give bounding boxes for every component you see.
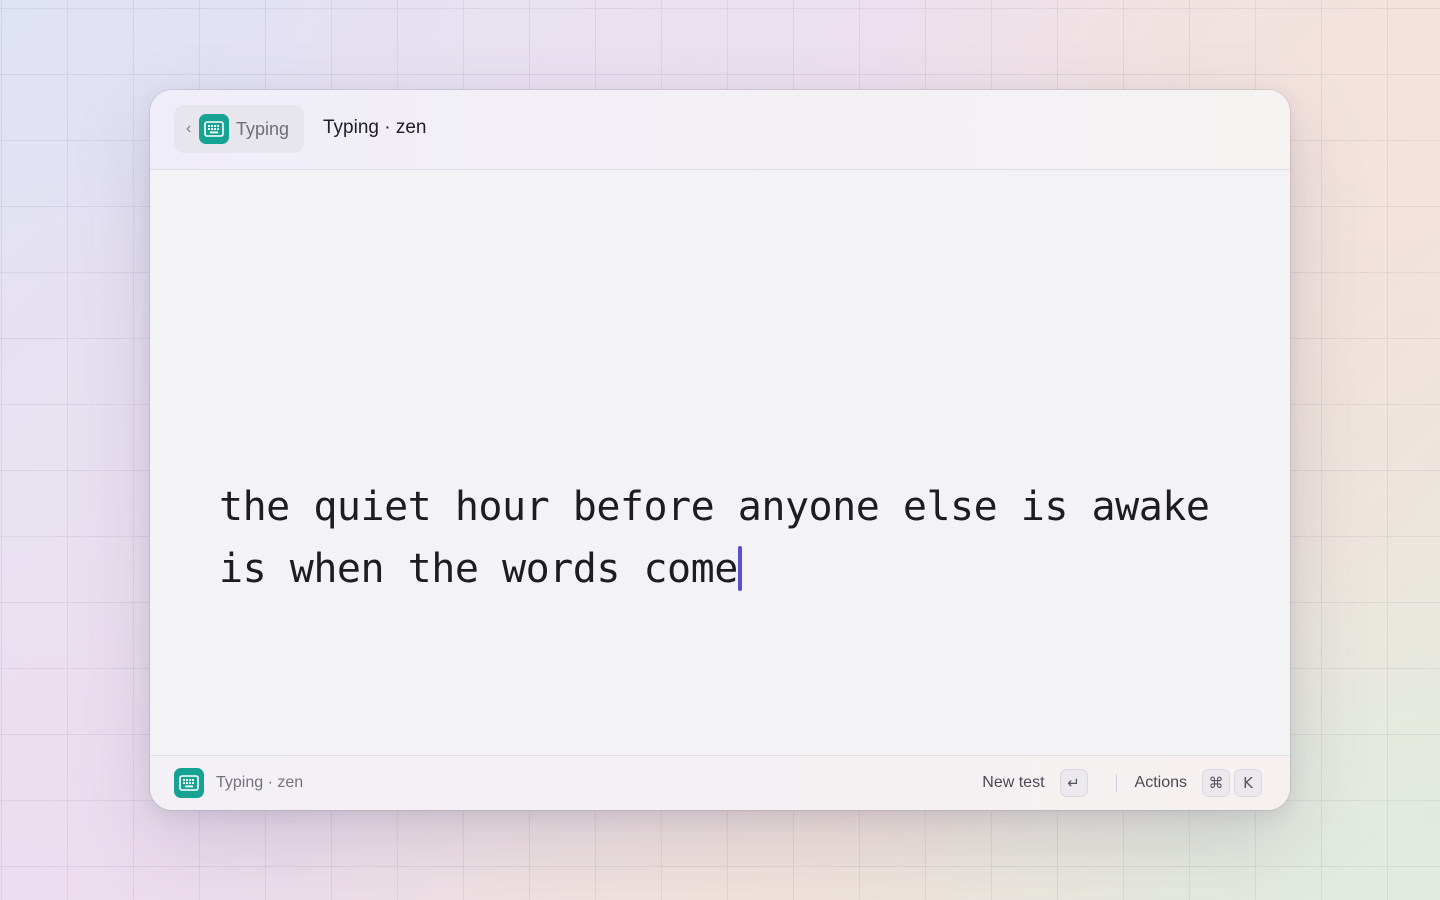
- back-button-label: Typing: [236, 118, 290, 139]
- actions-button[interactable]: Actions ⌘ K: [1135, 769, 1262, 797]
- typing-line-1: the quiet hour before anyone else is awa…: [219, 484, 1210, 530]
- page-title: Typing · zen: [323, 117, 427, 138]
- footer-app-label: Typing · zen: [216, 774, 304, 791]
- typing-line-2: is when the words come: [219, 546, 738, 592]
- window-header: ‹ Typing Typing · zen: [150, 90, 1290, 170]
- back-button[interactable]: ‹ Typing: [174, 105, 304, 153]
- footer-actions: New test ↵ Actions ⌘ K: [982, 768, 1262, 798]
- keyboard-icon: [199, 114, 229, 144]
- typing-area[interactable]: the quiet hour before anyone else is awa…: [150, 170, 1290, 755]
- text-caret: [737, 546, 742, 591]
- app-window: ‹ Typing Typing · zen the quiet hour bef…: [150, 90, 1290, 810]
- chevron-left-icon: ‹: [186, 120, 192, 137]
- typing-line-2-wrap: is when the words come: [219, 538, 1229, 600]
- window-footer: Typing · zen New test ↵ Actions ⌘ K: [150, 755, 1290, 810]
- k-key: K: [1234, 769, 1262, 797]
- command-key-icon: ⌘: [1202, 769, 1230, 797]
- new-test-label: New test: [982, 774, 1045, 791]
- enter-key-icon: ↵: [1059, 769, 1088, 797]
- keyboard-icon: [174, 768, 204, 798]
- actions-label: Actions: [1134, 774, 1187, 791]
- typing-text: the quiet hour before anyone else is awa…: [219, 476, 1229, 600]
- new-test-button[interactable]: New test ↵: [982, 769, 1088, 797]
- footer-divider: [1115, 774, 1117, 792]
